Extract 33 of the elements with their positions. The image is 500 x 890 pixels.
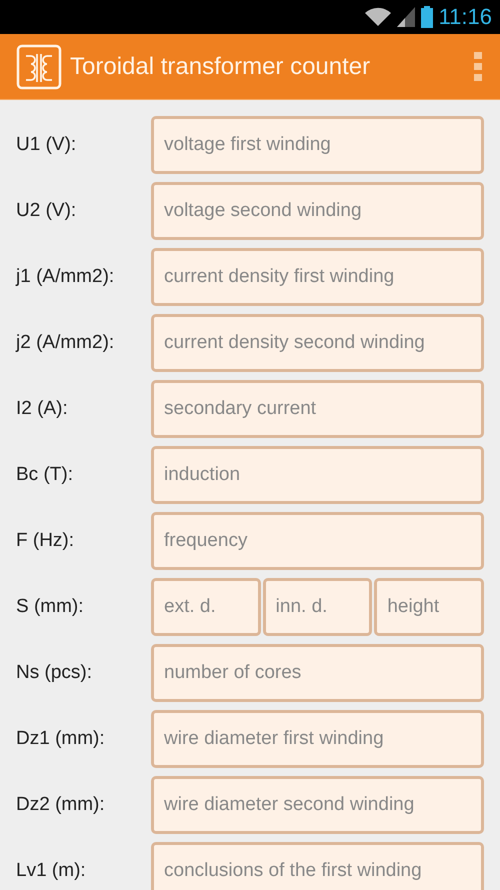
field-label: F (Hz):: [16, 530, 76, 552]
status-time: 11:16: [438, 4, 492, 30]
battery-icon: [420, 6, 433, 28]
input-field[interactable]: wire diameter second winding: [151, 776, 484, 834]
input-field[interactable]: number of cores: [151, 644, 484, 702]
field-label: S (mm):: [16, 596, 85, 618]
field-label: Dz2 (mm):: [16, 794, 106, 816]
app-title: Toroidal transformer counter: [70, 52, 372, 80]
wifi-icon: [364, 7, 391, 27]
field-label: Bc (T):: [16, 464, 74, 486]
field-label: Ns (pcs):: [16, 662, 93, 684]
field-label: Dz1 (mm):: [16, 728, 106, 750]
field-label: U1 (V):: [16, 134, 78, 156]
input-field[interactable]: conclusions of the first winding: [151, 842, 484, 890]
input-field[interactable]: frequency: [151, 512, 484, 570]
input-field[interactable]: ext. d.: [151, 578, 261, 636]
overflow-menu-icon[interactable]: [474, 52, 484, 82]
input-field[interactable]: voltage first winding: [151, 116, 484, 174]
field-label: U2 (V):: [16, 200, 78, 222]
field-label: j1 (A/mm2):: [16, 266, 116, 288]
input-field[interactable]: secondary current: [151, 380, 484, 438]
input-field[interactable]: inn. d.: [262, 578, 372, 636]
input-field[interactable]: height: [374, 578, 484, 636]
input-field[interactable]: voltage second winding: [151, 182, 484, 240]
input-field[interactable]: current density first winding: [151, 248, 484, 306]
transformer-icon: [16, 44, 62, 90]
input-field[interactable]: wire diameter first winding: [151, 710, 484, 768]
input-field[interactable]: induction: [151, 446, 484, 504]
field-label: I2 (A):: [16, 398, 69, 420]
field-label: Lv1 (m):: [16, 860, 87, 882]
input-field[interactable]: current density second winding: [151, 314, 484, 372]
field-label: j2 (A/mm2):: [16, 332, 116, 354]
signal-icon: [396, 7, 415, 27]
